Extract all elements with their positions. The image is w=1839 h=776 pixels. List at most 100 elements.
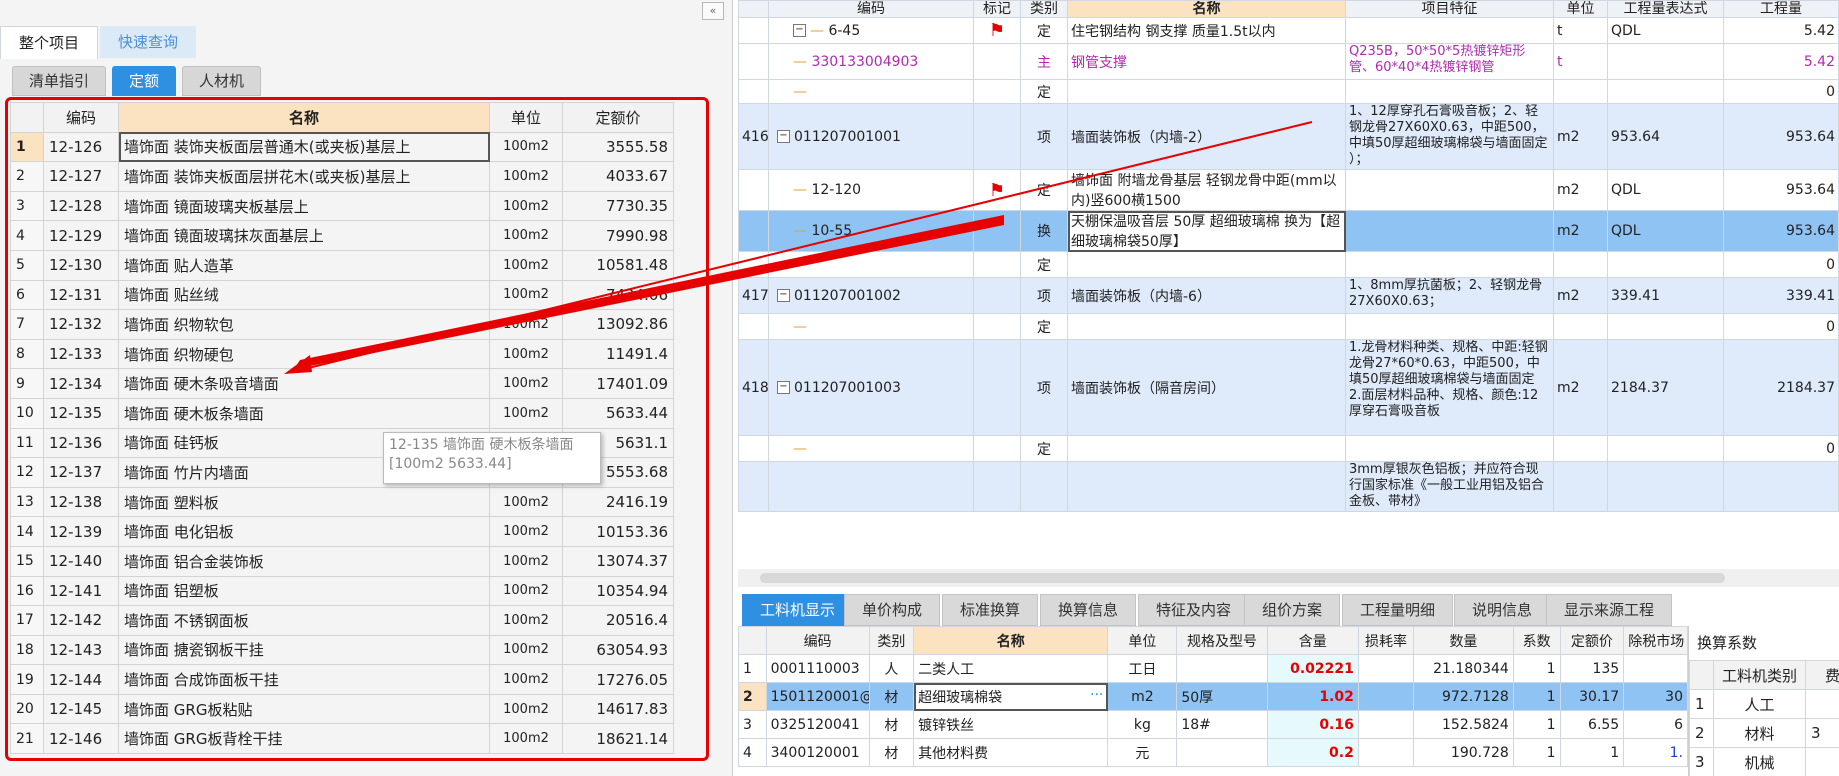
quota-row[interactable]: 2 12-127 墙饰面 装饰夹板面层拼花木(或夹板)基层上 100m2 4033.67 xyxy=(10,161,674,192)
col-spec[interactable]: 规格及型号 xyxy=(1176,626,1268,655)
bill-mark-cell[interactable] xyxy=(973,435,1021,462)
detail-tab-1[interactable]: 工料机显示 xyxy=(742,594,854,626)
bill-expression[interactable]: QDL xyxy=(1607,17,1724,44)
lm-consumption[interactable]: 0.16 xyxy=(1266,710,1359,739)
lm-code[interactable]: 0001110003 xyxy=(765,654,870,683)
bill-name[interactable]: 墙面装饰板（内墙-6） xyxy=(1067,277,1346,314)
lm-name[interactable]: 其他材料费 xyxy=(913,738,1109,767)
bill-row[interactable]: 416−011207001001 项墙面装饰板（内墙-2） 1、12厚穿孔石膏吸音板… xyxy=(738,103,1839,170)
quota-row[interactable]: 18 12-143 墙饰面 搪瓷钢板干挂 100m2 63054.93 xyxy=(10,634,674,666)
bill-expression[interactable]: QDL xyxy=(1607,210,1724,252)
lm-code[interactable]: 1501120001@1 xyxy=(765,682,870,711)
conversion-value[interactable] xyxy=(1805,689,1839,719)
lm-market-price[interactable]: 6 xyxy=(1623,710,1688,739)
tree-collapse-icon[interactable]: − xyxy=(793,24,806,37)
bill-name[interactable] xyxy=(1067,251,1346,278)
bill-expression[interactable] xyxy=(1607,251,1724,278)
col-quantity[interactable]: 工程量 xyxy=(1723,0,1839,18)
lm-name[interactable]: 超细玻璃棉袋 ··· xyxy=(913,682,1109,711)
detail-tab-3[interactable]: 标准换算 xyxy=(942,594,1039,626)
lm-spec[interactable]: 50厚 xyxy=(1176,682,1268,711)
bill-feature[interactable] xyxy=(1345,251,1554,278)
bill-name[interactable]: 钢管支撑 xyxy=(1067,43,1346,80)
subtab-labor-material-machine[interactable]: 人材机 xyxy=(182,66,262,96)
lm-name[interactable]: 二类人工 xyxy=(913,654,1109,683)
col-price[interactable]: 定额价 xyxy=(562,102,674,133)
labor-material-row[interactable]: 1 0001110003 人二类人工 工日 0.02221 21.180344 1 135 xyxy=(738,654,1688,683)
col-quantity[interactable]: 数量 xyxy=(1413,626,1514,655)
bill-mark-cell[interactable] xyxy=(973,461,1021,512)
col-market-price[interactable]: 除税市场 xyxy=(1623,626,1688,655)
bill-mark-cell[interactable] xyxy=(973,103,1021,170)
bill-row[interactable]: — 330133004903 主钢管支撑 Q235B，50*50*5热镀锌矩形管、6… xyxy=(738,43,1839,80)
bill-row[interactable]: — 12-120 ⚑ 定墙饰面 附墙龙骨基层 轻钢龙骨中距(mm以内)竖600横15… xyxy=(738,169,1839,211)
bill-code-cell[interactable]: — xyxy=(768,79,974,104)
bill-row[interactable]: — 10-55 换天棚保温吸音层 50厚 超细玻璃棉 换为【超细玻璃棉袋50厚】 m… xyxy=(738,210,1839,252)
bill-expression[interactable]: 953.64 xyxy=(1607,103,1724,170)
conversion-row[interactable]: 1 人工 xyxy=(1689,689,1839,719)
bill-row[interactable]: −— 6-45⚑定住宅钢结构 钢支撑 质量1.5t以内tQDL5.4282 xyxy=(738,17,1839,44)
detail-tab-6[interactable]: 组价方案 xyxy=(1244,594,1341,626)
col-quota-price[interactable]: 定额价 xyxy=(1559,626,1625,655)
quota-row[interactable]: 16 12-141 墙饰面 铝塑板 100m2 10354.94 xyxy=(10,575,674,607)
bill-code-cell[interactable] xyxy=(768,461,974,512)
lm-market-price[interactable] xyxy=(1623,654,1688,683)
bill-row[interactable]: 418−011207001003 项墙面装饰板（隔音房间） 1.龙骨材料种类、规格、… xyxy=(738,339,1839,436)
lm-coefficient[interactable]: 1 xyxy=(1512,738,1561,767)
bill-expression[interactable]: 2184.37 xyxy=(1607,339,1724,436)
bill-expression[interactable] xyxy=(1607,313,1724,340)
bill-mark-cell[interactable] xyxy=(973,210,1021,252)
bill-code-cell[interactable]: — 10-55 xyxy=(768,210,974,252)
lm-loss-rate[interactable] xyxy=(1357,710,1415,739)
bill-expression[interactable]: 339.41 xyxy=(1607,277,1724,314)
bill-feature[interactable]: 1、8mm厚抗菌板；2、轻钢龙骨27X60X0.63； xyxy=(1345,277,1554,314)
labor-material-row[interactable]: 4 3400120001 材其他材料费元 0.2 190.728 1 1 1. xyxy=(738,738,1688,767)
labor-material-row[interactable]: 21501120001@1材超细玻璃棉袋 ··· m250厚1.02 972.7128… xyxy=(738,682,1688,711)
bill-code-cell[interactable]: — xyxy=(768,251,974,278)
col-mark[interactable]: 标记 xyxy=(973,0,1021,18)
bill-feature[interactable]: 1.龙骨材料种类、规格、中距:轻钢龙骨27*60*0.63，中距500，中填50… xyxy=(1345,339,1554,436)
bill-name[interactable] xyxy=(1067,79,1346,104)
lm-market-price[interactable]: 30 xyxy=(1623,682,1688,711)
bill-code-cell[interactable]: −011207001001 xyxy=(768,103,974,170)
quota-row[interactable]: 7 12-132 墙饰面 织物软包 100m2 13092.86 xyxy=(10,309,674,340)
col-name[interactable]: 名称 xyxy=(118,102,490,133)
lm-code[interactable]: 3400120001 xyxy=(765,738,870,767)
bill-code-cell[interactable]: — xyxy=(768,435,974,462)
col-index[interactable] xyxy=(738,0,769,18)
detail-tab-2[interactable]: 单价构成 xyxy=(844,594,941,626)
tree-collapse-icon[interactable]: − xyxy=(777,381,790,394)
bill-feature[interactable] xyxy=(1345,435,1554,462)
lm-consumption[interactable]: 1.02 xyxy=(1266,682,1359,711)
lm-coefficient[interactable]: 1 xyxy=(1512,654,1561,683)
bill-expression[interactable] xyxy=(1607,435,1724,462)
quota-row[interactable]: 3 12-128 墙饰面 镜面玻璃夹板基层上 100m2 7730.35 xyxy=(10,190,674,222)
bill-feature[interactable] xyxy=(1345,79,1554,104)
quota-row[interactable]: 5 12-130 墙饰面 贴人造革 100m2 10581.48 xyxy=(10,249,674,281)
bill-name[interactable]: 墙饰面 附墙龙骨基层 轻钢龙骨中距(mm以内)竖600横1500 xyxy=(1067,169,1346,211)
lm-consumption[interactable]: 0.2 xyxy=(1266,738,1359,767)
bill-mark-cell[interactable] xyxy=(973,277,1021,314)
lm-market-price[interactable]: 1. xyxy=(1623,738,1688,767)
bill-code-cell[interactable]: −011207001002 xyxy=(768,277,974,314)
quota-row[interactable]: 8 12-133 墙饰面 织物硬包 100m2 11491.4 xyxy=(10,338,674,370)
bill-mark-cell[interactable]: ⚑ xyxy=(973,169,1021,211)
bill-name[interactable] xyxy=(1067,435,1346,462)
col-category[interactable]: 类别 xyxy=(1020,0,1068,18)
lm-name[interactable]: 镀锌铁丝 xyxy=(913,710,1109,739)
horizontal-scroll-thumb[interactable] xyxy=(760,573,1725,583)
bill-feature[interactable] xyxy=(1345,17,1554,44)
bill-expression[interactable] xyxy=(1607,461,1724,512)
bill-code-cell[interactable]: — xyxy=(768,313,974,340)
tree-collapse-icon[interactable]: − xyxy=(777,289,790,302)
bill-feature[interactable] xyxy=(1345,169,1554,211)
subtab-quota[interactable]: 定额 xyxy=(112,66,177,96)
bill-mark-cell[interactable] xyxy=(973,339,1021,436)
quota-row[interactable]: 4 12-129 墙饰面 镜面玻璃抹灰面基层上 100m2 7990.98 xyxy=(10,220,674,251)
quota-row[interactable]: 13 12-138 墙饰面 塑料板 100m2 2416.19 xyxy=(10,486,674,518)
bill-expression[interactable]: QDL xyxy=(1607,169,1724,211)
col-unit[interactable]: 单位 xyxy=(1107,626,1178,655)
col-coefficient[interactable]: 系数 xyxy=(1512,626,1561,655)
detail-tab-7[interactable]: 工程量明细 xyxy=(1342,594,1454,626)
lm-spec[interactable]: 18# xyxy=(1176,710,1268,739)
